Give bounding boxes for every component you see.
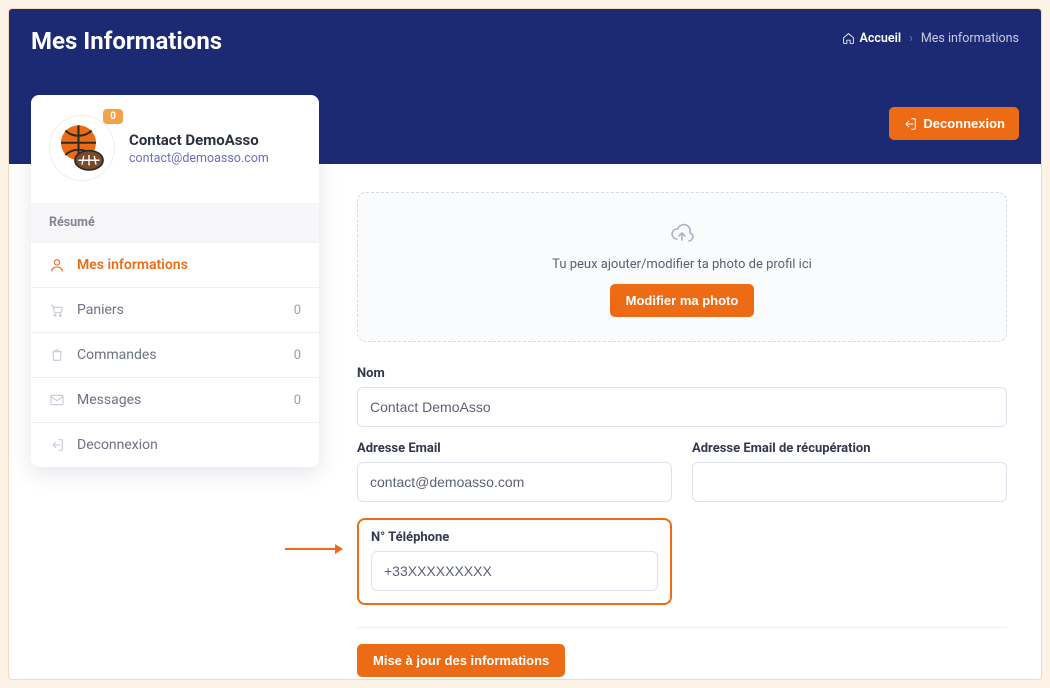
sidebar-item-label: Paniers	[77, 302, 124, 318]
sidebar-item-paniers[interactable]: Paniers 0	[31, 287, 319, 332]
input-email[interactable]	[357, 462, 672, 502]
breadcrumb: Accueil › Mes informations	[842, 31, 1019, 46]
input-nom[interactable]	[357, 387, 1007, 427]
sidebar-section-label: Résumé	[31, 203, 319, 242]
callout-arrow-icon	[283, 542, 343, 556]
submit-button[interactable]: Mise à jour des informations	[357, 644, 565, 677]
field-nom: Nom	[357, 366, 1007, 427]
content-row: 0 Contact DemoAsso contact@demoasso.com …	[9, 164, 1041, 680]
main-area: Tu peux ajouter/modifier ta photo de pro…	[345, 164, 1019, 680]
sidebar-item-count: 0	[294, 348, 301, 363]
sidebar-item-mes-informations[interactable]: Mes informations	[31, 242, 319, 287]
breadcrumb-home[interactable]: Accueil	[842, 31, 902, 46]
logout-icon	[903, 117, 917, 131]
cart-icon	[49, 302, 65, 318]
field-email: Adresse Email	[357, 441, 672, 502]
label-email: Adresse Email	[357, 441, 672, 456]
field-recovery-email: Adresse Email de récupération	[692, 441, 1007, 502]
sidebar-card: 0 Contact DemoAsso contact@demoasso.com …	[31, 95, 319, 467]
logout-icon	[49, 437, 65, 453]
profile-email[interactable]: contact@demoasso.com	[129, 151, 269, 166]
chevron-right-icon: ›	[909, 31, 913, 46]
user-icon	[49, 257, 65, 273]
breadcrumb-current: Mes informations	[921, 31, 1019, 46]
logout-button[interactable]: Deconnexion	[889, 107, 1019, 140]
avatar	[49, 115, 115, 181]
profile-name: Contact DemoAsso	[129, 131, 269, 149]
input-telephone[interactable]	[371, 551, 658, 591]
sidebar-item-label: Commandes	[77, 347, 157, 363]
sidebar-item-commandes[interactable]: Commandes 0	[31, 332, 319, 377]
phone-highlight: N° Téléphone	[357, 518, 672, 605]
label-nom: Nom	[357, 366, 1007, 381]
upload-hint: Tu peux ajouter/modifier ta photo de pro…	[368, 257, 996, 272]
sidebar-item-deconnexion[interactable]: Deconnexion	[31, 422, 319, 467]
home-icon	[842, 32, 855, 45]
form-divider	[357, 627, 1007, 628]
mail-icon	[49, 392, 65, 408]
breadcrumb-home-label: Accueil	[860, 31, 902, 46]
input-recovery-email[interactable]	[692, 462, 1007, 502]
sidebar-item-count: 0	[294, 393, 301, 408]
profile-text: Contact DemoAsso contact@demoasso.com	[129, 131, 269, 166]
sports-balls-icon	[54, 120, 110, 176]
label-telephone: N° Téléphone	[371, 530, 658, 545]
avatar-wrap: 0	[49, 115, 115, 181]
bag-icon	[49, 347, 65, 363]
avatar-badge: 0	[103, 109, 123, 124]
sidebar-item-label: Deconnexion	[77, 437, 158, 453]
app-frame: Mes Informations Accueil › Mes informati…	[8, 8, 1042, 680]
sidebar-item-messages[interactable]: Messages 0	[31, 377, 319, 422]
photo-upload-box: Tu peux ajouter/modifier ta photo de pro…	[357, 192, 1007, 342]
modify-photo-button[interactable]: Modifier ma photo	[610, 284, 755, 317]
form-grid: Nom Adresse Email Adresse Email de récup…	[345, 366, 1019, 609]
sidebar-item-count: 0	[294, 303, 301, 318]
sidebar-item-label: Messages	[77, 392, 141, 408]
profile-block: 0 Contact DemoAsso contact@demoasso.com	[31, 95, 319, 203]
logout-button-label: Deconnexion	[923, 116, 1005, 131]
label-recovery-email: Adresse Email de récupération	[692, 441, 1007, 456]
sidebar-item-label: Mes informations	[77, 257, 188, 273]
cloud-upload-icon	[668, 221, 696, 245]
